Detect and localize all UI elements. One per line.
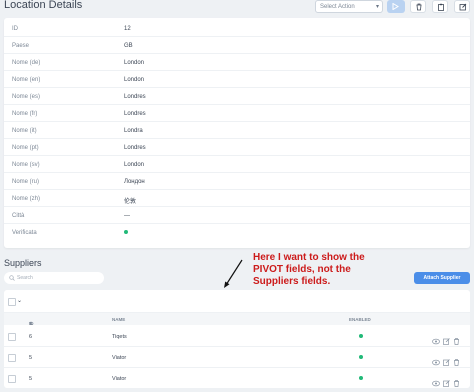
row-checkbox[interactable] [8,375,16,383]
detail-row-verificata: Verificata [4,224,470,241]
status-dot [359,376,363,380]
detail-label: Nome (ru) [12,179,40,185]
top-bar: Location Details Select Action ▾ [0,0,474,16]
status-dot [359,334,363,338]
detail-row-nome-es: Nome (es) Londres [4,88,470,105]
search-icon [9,275,15,281]
trash-icon[interactable] [453,359,460,366]
row-name: Viator [112,376,127,382]
clipboard-icon [438,3,444,11]
detail-label: Nome (zh) [12,196,41,202]
view-icon[interactable] [432,338,440,345]
row-id: 5 [29,376,33,382]
suppliers-table: ⌄ ID ⇅ NAME ENABLED 6 Tiqets 5 Viator 5 … [4,290,470,388]
edit-icon[interactable] [443,338,450,345]
table-row: 6 Tiqets [4,326,470,347]
select-action-label: Select Action [320,4,355,10]
trash-icon[interactable] [453,380,460,387]
detail-label: Nome (es) [12,94,41,100]
column-enabled: ENABLED [349,317,371,322]
detail-value: Londra [124,128,143,134]
detail-row-nome-zh: Nome (zh) 伦敦 [4,190,470,207]
detail-row-nome-de: Nome (de) London [4,54,470,71]
search-input[interactable] [17,273,97,283]
trash-icon[interactable] [453,338,460,345]
annotation-text: Here I want to show the PIVOT fields, no… [253,252,365,287]
restore-button[interactable] [432,0,448,13]
row-enabled [359,334,363,340]
row-checkbox[interactable] [8,333,16,341]
detail-value: Лондон [124,179,145,185]
chevron-down-icon[interactable]: ⌄ [17,297,22,304]
edit-button[interactable] [454,0,470,13]
detail-row-nome-sv: Nome (sv) London [4,156,470,173]
detail-label: Nome (fr) [12,111,38,117]
view-icon[interactable] [432,380,440,387]
detail-label: Nome (pt) [12,145,39,151]
verified-status [124,230,128,236]
page-title: Location Details [4,0,83,11]
column-name: NAME [112,317,126,322]
detail-row-id: ID 12 [4,20,470,37]
detail-label: Paese [12,43,30,49]
row-name: Viator [112,355,127,361]
row-checkbox[interactable] [8,354,16,362]
detail-value: Londres [124,94,146,100]
detail-label: Nome (en) [12,77,41,83]
row-enabled [359,376,363,382]
detail-value: London [124,162,145,168]
view-icon[interactable] [432,359,440,366]
play-icon [392,3,399,10]
edit-icon[interactable] [443,380,450,387]
attach-supplier-button[interactable]: Attach Supplier [414,272,470,284]
detail-value: GB [124,43,133,49]
detail-row-nome-ru: Nome (ru) Лондон [4,173,470,190]
row-actions [432,374,463,392]
detail-value: London [124,60,145,66]
table-header: ID ⇅ NAME ENABLED [4,313,470,326]
row-id: 6 [29,334,33,340]
row-id: 5 [29,355,33,361]
detail-label: Città [12,213,25,219]
edit-icon[interactable] [443,359,450,366]
status-dot [359,355,363,359]
detail-value: Londres [124,145,146,151]
suppliers-title: Suppliers [4,258,42,268]
select-all-checkbox[interactable] [8,298,16,306]
detail-value: 12 [124,26,131,32]
detail-label: Nome (it) [12,128,37,134]
status-dot [124,230,128,234]
detail-label: Verificata [12,230,37,236]
detail-row-paese: Paese GB [4,37,470,54]
detail-row-nome-pt: Nome (pt) Londres [4,139,470,156]
select-action-dropdown[interactable]: Select Action ▾ [315,0,383,13]
table-toolbar: ⌄ [4,290,470,313]
detail-row-nome-en: Nome (en) London [4,71,470,88]
trash-icon [416,3,422,11]
detail-value: London [124,77,145,83]
table-row: 5 Viator [4,347,470,368]
supplier-search[interactable] [4,272,104,284]
detail-row-citta: Città — [4,207,470,224]
location-details-card: ID 12 Paese GB Nome (de) London Nome (en… [4,18,470,248]
annotation-arrow-icon [224,259,243,288]
detail-label: Nome (sv) [12,162,40,168]
row-enabled [359,355,363,361]
detail-value: Londres [124,111,146,117]
chevron-down-icon: ▾ [375,4,379,10]
delete-button[interactable] [410,0,426,13]
row-name: Tiqets [112,334,127,340]
detail-row-nome-it: Nome (it) Londra [4,122,470,139]
detail-value: 伦敦 [124,199,137,205]
detail-label: ID [12,26,18,32]
edit-icon [459,3,467,11]
run-action-button[interactable] [387,0,405,13]
detail-value: — [124,213,130,219]
table-row: 5 Viator [4,368,470,389]
detail-label: Nome (de) [12,60,41,66]
detail-row-nome-fr: Nome (fr) Londres [4,105,470,122]
